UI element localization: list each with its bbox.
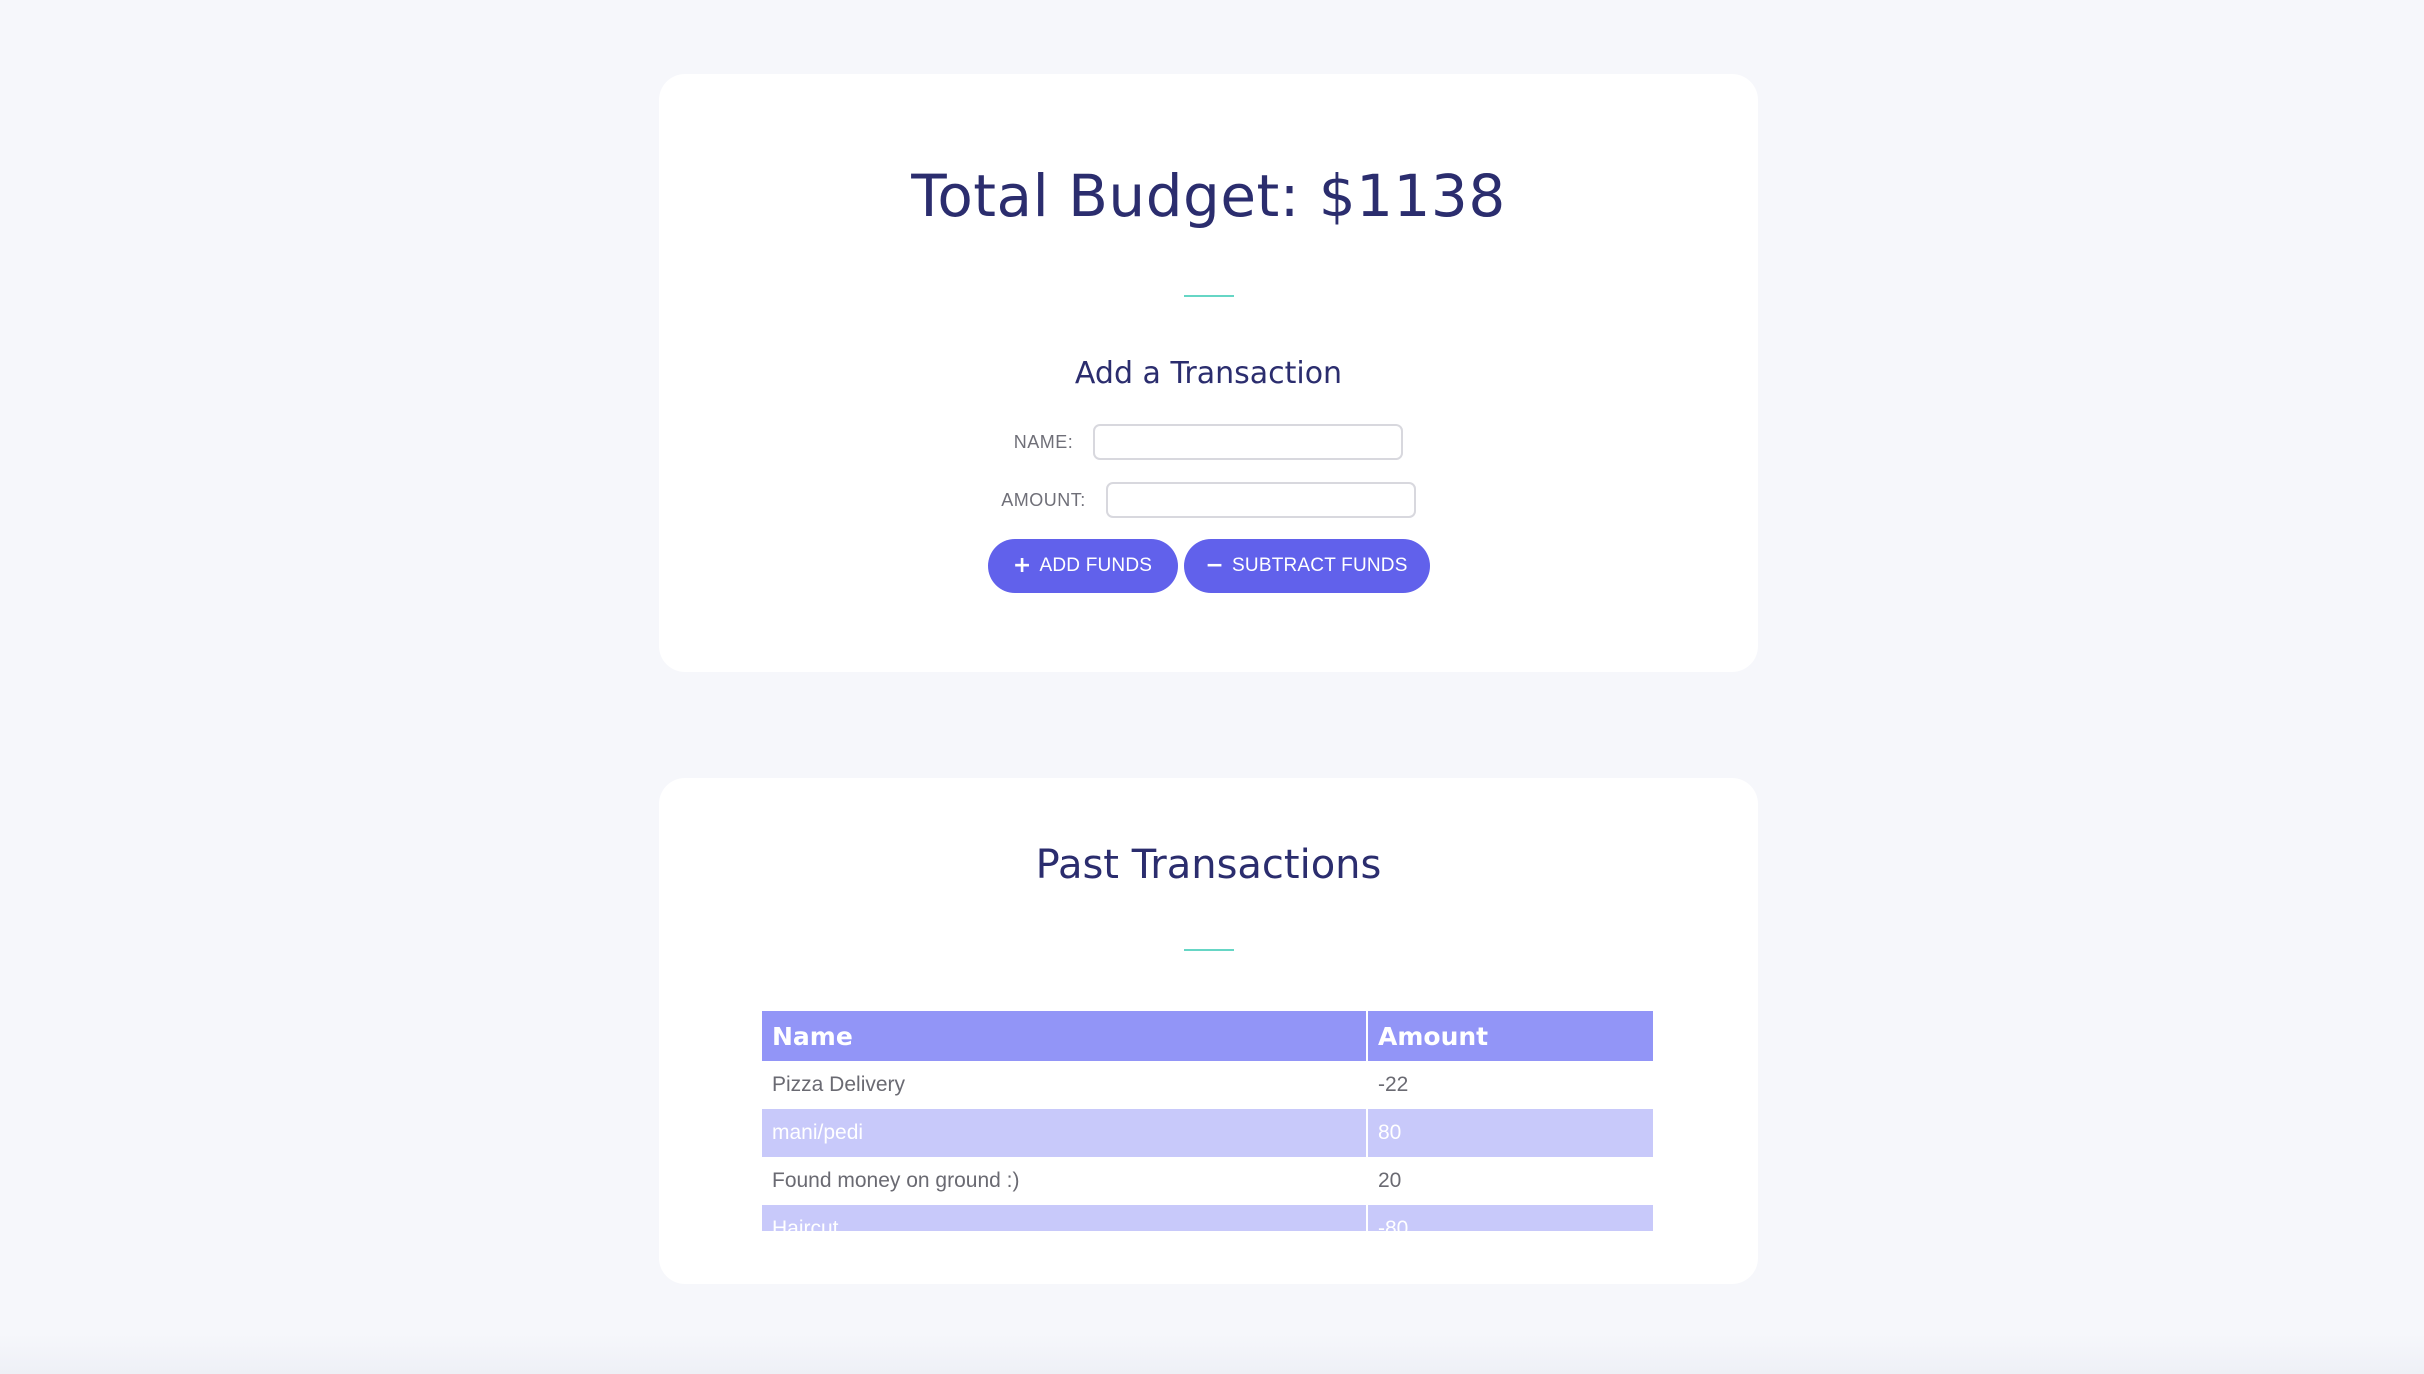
subtract-funds-button[interactable]: − SUBTRACT FUNDS	[1183, 539, 1430, 593]
title-divider	[1183, 295, 1234, 297]
amount-label: AMOUNT:	[1001, 489, 1086, 510]
minus-icon: −	[1205, 553, 1225, 578]
table-row: mani/pedi 80	[762, 1109, 1653, 1157]
transaction-name: Haircut	[762, 1205, 1368, 1231]
past-divider	[1183, 949, 1234, 951]
past-transactions-heading: Past Transactions	[1035, 842, 1382, 888]
transaction-name: Pizza Delivery	[762, 1061, 1368, 1109]
column-header-name: Name	[762, 1011, 1368, 1061]
add-transaction-heading: Add a Transaction	[1074, 356, 1343, 391]
add-funds-label: ADD FUNDS	[1039, 555, 1153, 576]
transactions-table: Name Amount Pizza Delivery -22 mani/pedi…	[762, 1011, 1653, 1231]
add-funds-button[interactable]: + ADD FUNDS	[987, 539, 1178, 593]
transaction-name: mani/pedi	[762, 1109, 1368, 1157]
amount-row: AMOUNT:	[659, 482, 1758, 518]
transactions-table-scroll[interactable]: Name Amount Pizza Delivery -22 mani/pedi…	[762, 1011, 1653, 1231]
transaction-amount: 20	[1378, 1169, 1402, 1192]
name-label: NAME:	[1013, 431, 1074, 452]
table-row: Found money on ground :) 20	[762, 1157, 1653, 1205]
amount-input[interactable]	[1105, 482, 1416, 518]
plus-icon: +	[1012, 553, 1032, 578]
transaction-name: Found money on ground :)	[762, 1157, 1368, 1205]
budget-card: Total Budget: $1138 Add a Transaction NA…	[659, 74, 1758, 672]
transaction-amount: 80	[1367, 1109, 1653, 1157]
table-row: Pizza Delivery -22	[762, 1061, 1653, 1109]
subtract-funds-label: SUBTRACT FUNDS	[1232, 555, 1408, 576]
transaction-amount: -22	[1378, 1073, 1409, 1096]
name-input[interactable]	[1093, 424, 1404, 460]
table-row: Haircut -80	[762, 1205, 1653, 1231]
name-row: NAME:	[659, 424, 1758, 460]
page-bottom-shade	[0, 1334, 2424, 1374]
transactions-card: Past Transactions Name Amount Pizza Deli…	[659, 778, 1758, 1284]
transaction-amount: -80	[1367, 1205, 1653, 1231]
total-budget-title: Total Budget: $1138	[911, 162, 1506, 230]
action-buttons: + ADD FUNDS − SUBTRACT FUNDS	[659, 539, 1758, 593]
table-header-row: Name Amount	[762, 1011, 1653, 1061]
column-header-amount: Amount	[1367, 1011, 1653, 1061]
